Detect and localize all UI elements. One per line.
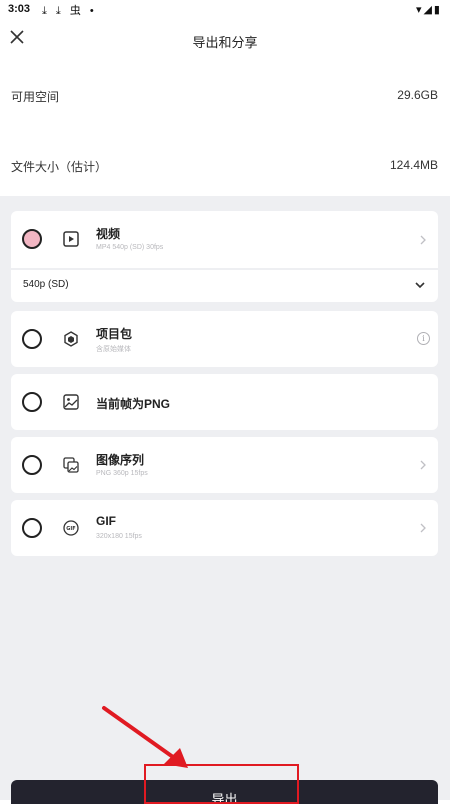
status-notification-icons: ⤓ ⤓ 虫 •: [42, 5, 97, 17]
file-size-row: 文件大小（估计） 124.4MB: [0, 152, 450, 182]
header: 导出和分享: [0, 22, 450, 62]
svg-text:GIF: GIF: [66, 526, 75, 532]
option-video-title: 视频: [96, 227, 121, 241]
file-size-label: 文件大小（估计）: [11, 160, 108, 174]
available-space-value: 29.6GB: [397, 88, 438, 102]
radio-video[interactable]: [22, 229, 42, 249]
option-video-subtitle: MP4 540p (SD) 30fps: [96, 244, 164, 251]
option-gif-subtitle: 320x180 15fps: [96, 533, 142, 540]
info-icon[interactable]: i: [417, 332, 430, 345]
page-title: 导出和分享: [192, 35, 258, 50]
option-project-package-subtitle: 含原始媒体: [96, 346, 131, 353]
radio-project-package[interactable]: [22, 329, 42, 349]
image-sequence-icon: [63, 457, 79, 473]
status-time: 3:03: [8, 3, 31, 15]
available-space-row: 可用空间 29.6GB: [0, 82, 450, 112]
available-space-label: 可用空间: [11, 90, 60, 104]
radio-current-frame-png[interactable]: [22, 392, 42, 412]
option-video[interactable]: 视频 MP4 540p (SD) 30fps: [11, 211, 438, 268]
radio-image-sequence[interactable]: [22, 455, 42, 475]
status-system-icons: ▾◢▮: [415, 4, 442, 16]
option-current-frame-png[interactable]: 当前帧为PNG: [11, 374, 438, 430]
video-play-icon: [63, 231, 79, 247]
option-project-package-title: 项目包: [96, 327, 133, 341]
option-current-frame-png-title: 当前帧为PNG: [96, 397, 171, 411]
chevron-down-icon: [415, 282, 425, 289]
chevron-right-icon: [420, 235, 426, 245]
option-image-sequence-title: 图像序列: [96, 453, 145, 467]
chevron-right-icon: [420, 523, 426, 533]
option-image-sequence[interactable]: 图像序列 PNG 360p 15fps: [11, 437, 438, 493]
package-icon: [64, 331, 78, 347]
resolution-value: 540p (SD): [23, 279, 69, 290]
gif-icon: GIF: [63, 520, 79, 536]
option-gif[interactable]: GIF GIF 320x180 15fps: [11, 500, 438, 556]
option-gif-title: GIF: [96, 514, 116, 528]
status-bar: 3:03 ⤓ ⤓ 虫 • ▾◢▮: [0, 0, 450, 22]
file-size-value: 124.4MB: [389, 158, 438, 172]
image-icon: [63, 394, 79, 410]
radio-gif[interactable]: [22, 518, 42, 538]
resolution-dropdown[interactable]: 540p (SD): [11, 270, 438, 302]
annotation-highlight-box: [144, 764, 299, 804]
option-project-package[interactable]: 项目包 含原始媒体 i: [11, 311, 438, 367]
chevron-right-icon: [420, 460, 426, 470]
option-image-sequence-subtitle: PNG 360p 15fps: [96, 470, 148, 477]
